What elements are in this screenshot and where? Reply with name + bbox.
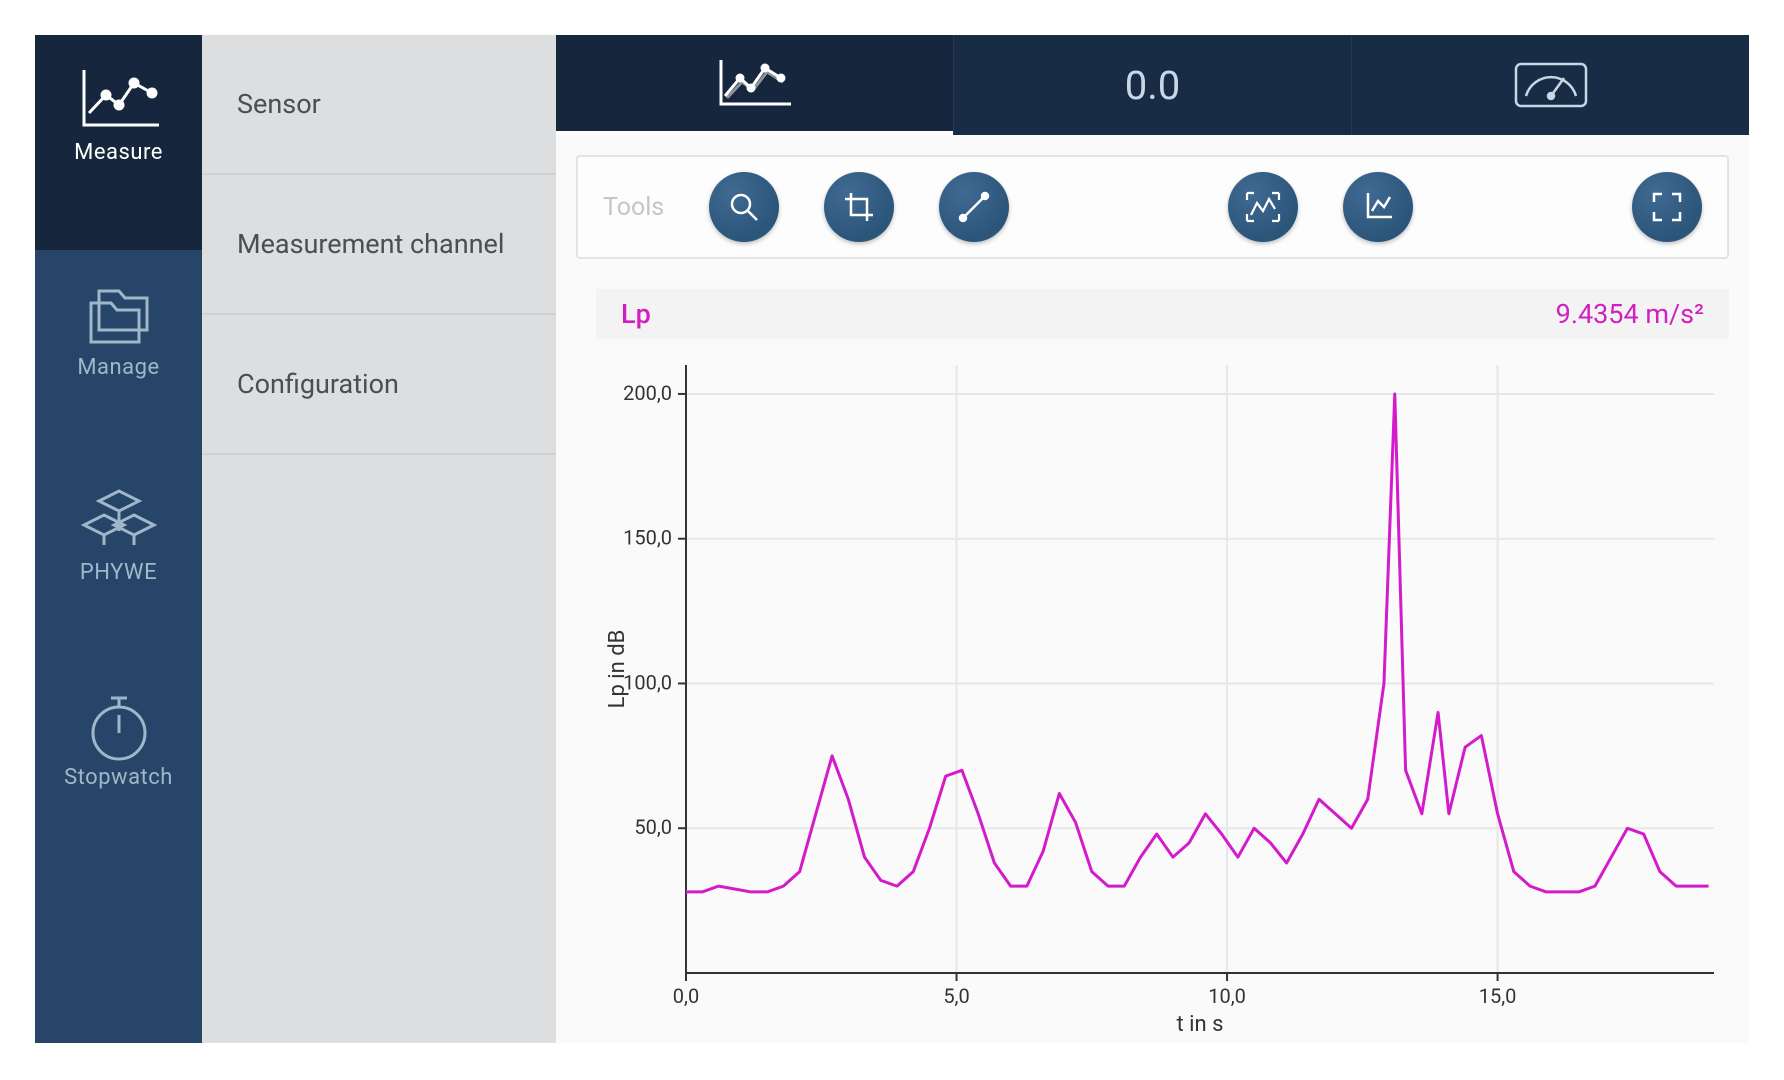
- nav-label: Manage: [35, 355, 202, 402]
- nav-item-manage[interactable]: Manage: [35, 250, 202, 455]
- svg-text:0,0: 0,0: [673, 984, 699, 1008]
- submenu-label: Configuration: [237, 368, 399, 400]
- cubes-icon: [35, 480, 202, 560]
- gauge-icon: [1512, 60, 1590, 110]
- tool-zoom[interactable]: [709, 172, 779, 242]
- stopwatch-icon: [35, 685, 202, 765]
- submenu-label: Sensor: [237, 88, 321, 120]
- nav-label: Measure: [35, 140, 202, 187]
- submenu: Sensor Measurement channel Configuration: [202, 35, 556, 1043]
- tool-line[interactable]: [939, 172, 1009, 242]
- svg-text:100,0: 100,0: [623, 670, 672, 694]
- tab-numeric[interactable]: 0.0: [953, 35, 1351, 135]
- chart-header: Lp 9.4354 m/s²: [596, 289, 1729, 339]
- nav-item-phywe[interactable]: PHYWE: [35, 455, 202, 660]
- nav-label: PHYWE: [35, 560, 202, 607]
- tools-label: Tools: [603, 193, 664, 222]
- tab-numeric-label: 0.0: [1125, 62, 1181, 109]
- tab-gauge[interactable]: [1351, 35, 1749, 135]
- svg-text:150,0: 150,0: [623, 526, 672, 550]
- svg-text:200,0: 200,0: [623, 381, 672, 405]
- top-tabs: 0.0: [556, 35, 1749, 135]
- line-chart-icon: [35, 60, 202, 140]
- fit-graph-icon: [1243, 189, 1283, 225]
- svg-text:50,0: 50,0: [634, 815, 672, 839]
- nav-rail: Measure Manage PHYWE Stopw: [35, 35, 202, 1043]
- series-label: Lp: [621, 298, 651, 330]
- nav-item-measure[interactable]: Measure: [35, 35, 202, 250]
- axes-icon: [1360, 189, 1396, 225]
- svg-text:15,0: 15,0: [1479, 984, 1517, 1008]
- tool-crop[interactable]: [824, 172, 894, 242]
- line-segment-icon: [956, 189, 992, 225]
- submenu-label: Measurement channel: [237, 228, 504, 260]
- folders-icon: [35, 275, 202, 355]
- tool-fit[interactable]: [1228, 172, 1298, 242]
- tab-graph[interactable]: [556, 35, 953, 135]
- tool-axes[interactable]: [1343, 172, 1413, 242]
- submenu-item-configuration[interactable]: Configuration: [202, 315, 556, 455]
- crop-icon: [841, 189, 877, 225]
- line-chart-icon: [715, 56, 795, 111]
- fullscreen-icon: [1649, 189, 1685, 225]
- svg-text:Lp in dB: Lp in dB: [605, 630, 630, 709]
- submenu-item-measurement-channel[interactable]: Measurement channel: [202, 175, 556, 315]
- svg-text:5,0: 5,0: [943, 984, 969, 1008]
- nav-item-stopwatch[interactable]: Stopwatch: [35, 660, 202, 865]
- tools-bar: Tools: [576, 155, 1729, 259]
- chart[interactable]: 0,0 5,0 10,0 15,0 50,0 100,0 150,0 200,0 t in s L…: [596, 355, 1729, 1043]
- tool-fullscreen[interactable]: [1632, 172, 1702, 242]
- svg-text:10,0: 10,0: [1208, 984, 1246, 1008]
- submenu-item-sensor[interactable]: Sensor: [202, 35, 556, 175]
- series-current-value: 9.4354 m/s²: [1556, 298, 1704, 330]
- svg-text:t in s: t in s: [1177, 1012, 1224, 1037]
- zoom-icon: [726, 189, 762, 225]
- nav-label: Stopwatch: [35, 765, 202, 812]
- main-area: 0.0 Tools: [556, 35, 1749, 1043]
